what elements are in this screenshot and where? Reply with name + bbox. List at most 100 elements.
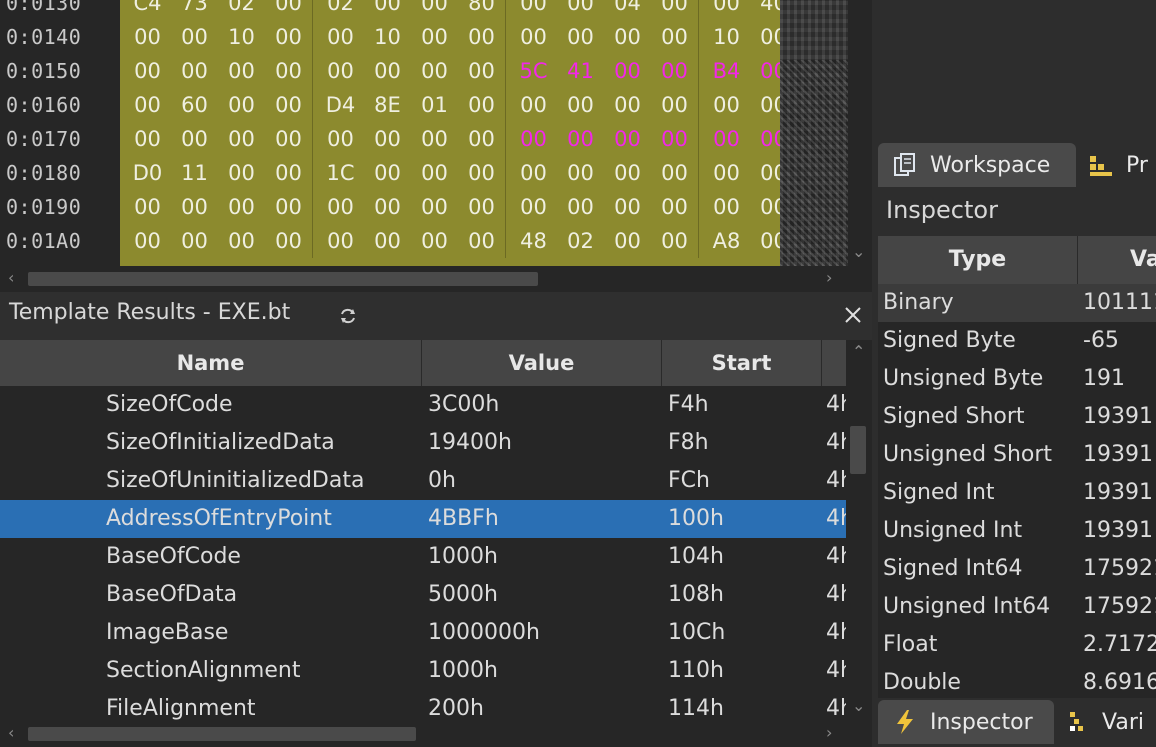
hex-byte[interactable]: 00 xyxy=(411,190,458,224)
hex-byte[interactable]: 00 xyxy=(364,0,411,20)
hex-byte[interactable]: 00 xyxy=(458,54,505,88)
hex-byte[interactable]: 00 xyxy=(218,190,265,224)
hex-byte[interactable]: 00 xyxy=(171,122,218,156)
hex-byte[interactable]: D4 xyxy=(317,88,364,122)
hex-byte[interactable]: 00 xyxy=(265,122,312,156)
hex-byte[interactable]: 00 xyxy=(265,88,312,122)
inspector-row[interactable]: Unsigned Byte 191 xyxy=(878,360,1156,398)
hex-byte[interactable]: 00 xyxy=(124,20,171,54)
table-row[interactable]: SectionAlignment 1000h 110h 4h xyxy=(0,652,846,690)
hex-vertical-scrollbar[interactable]: ⌄ xyxy=(848,0,870,266)
hex-byte[interactable]: 00 xyxy=(604,20,651,54)
hex-byte[interactable]: 10 xyxy=(364,20,411,54)
hex-byte[interactable]: 00 xyxy=(124,122,171,156)
hex-byte[interactable]: 00 xyxy=(458,20,505,54)
hex-byte[interactable]: 00 xyxy=(171,190,218,224)
hex-byte[interactable]: 00 xyxy=(218,156,265,190)
hex-byte[interactable]: 1C xyxy=(317,156,364,190)
hex-byte[interactable]: 00 xyxy=(124,224,171,258)
chevron-left-icon[interactable]: ‹ xyxy=(8,268,14,287)
hex-byte[interactable]: 00 xyxy=(651,224,698,258)
hex-byte[interactable]: C4 xyxy=(124,0,171,20)
hex-byte[interactable]: 01 xyxy=(411,88,458,122)
hex-byte[interactable]: D0 xyxy=(124,156,171,190)
hex-byte[interactable]: 00 xyxy=(458,190,505,224)
hex-byte[interactable]: 00 xyxy=(411,0,458,20)
hex-byte[interactable]: 00 xyxy=(411,20,458,54)
hex-byte[interactable]: 00 xyxy=(604,122,651,156)
hex-byte[interactable]: 00 xyxy=(703,0,750,20)
hex-byte[interactable]: 02 xyxy=(557,224,604,258)
hex-byte[interactable]: 60 xyxy=(171,88,218,122)
chevron-right-icon[interactable]: › xyxy=(826,268,832,287)
hex-byte[interactable]: 00 xyxy=(171,224,218,258)
hex-byte[interactable]: 00 xyxy=(218,224,265,258)
hex-byte[interactable]: 00 xyxy=(604,88,651,122)
hex-byte[interactable]: 00 xyxy=(604,190,651,224)
table-row[interactable]: BaseOfCode 1000h 104h 4h xyxy=(0,538,846,576)
hex-byte[interactable]: 00 xyxy=(265,0,312,20)
hex-byte[interactable]: 00 xyxy=(703,190,750,224)
column-header-name[interactable]: Name xyxy=(0,340,422,386)
hex-byte[interactable]: 00 xyxy=(317,54,364,88)
hex-byte[interactable]: 00 xyxy=(364,190,411,224)
hex-byte[interactable]: 00 xyxy=(703,156,750,190)
hex-byte[interactable]: 00 xyxy=(218,122,265,156)
hex-byte[interactable]: 00 xyxy=(510,88,557,122)
hex-byte[interactable]: 00 xyxy=(317,224,364,258)
hex-byte[interactable]: 00 xyxy=(317,122,364,156)
hex-byte[interactable]: 48 xyxy=(510,224,557,258)
hex-byte[interactable]: 00 xyxy=(510,190,557,224)
column-header-value[interactable]: Va xyxy=(1078,236,1156,284)
hex-byte[interactable]: 00 xyxy=(604,156,651,190)
hex-byte[interactable]: 00 xyxy=(651,88,698,122)
hex-byte[interactable]: 00 xyxy=(557,20,604,54)
hex-byte[interactable]: 00 xyxy=(557,190,604,224)
table-row[interactable]: BaseOfData 5000h 108h 4h xyxy=(0,576,846,614)
hex-byte[interactable]: 00 xyxy=(651,190,698,224)
hex-byte[interactable]: 00 xyxy=(265,54,312,88)
hex-byte[interactable]: 00 xyxy=(510,122,557,156)
table-row[interactable]: AddressOfEntryPoint 4BBFh 100h 4h xyxy=(0,500,846,538)
template-vertical-scrollbar[interactable]: ⌃ ⌄ xyxy=(846,340,872,722)
hex-byte[interactable]: 00 xyxy=(557,0,604,20)
hex-byte[interactable]: 00 xyxy=(604,224,651,258)
inspector-row[interactable]: Binary 101111 xyxy=(878,284,1156,322)
hex-byte[interactable]: 00 xyxy=(458,88,505,122)
hex-byte[interactable]: 00 xyxy=(218,54,265,88)
hex-byte[interactable]: 00 xyxy=(458,224,505,258)
inspector-row[interactable]: Signed Int 19391 xyxy=(878,474,1156,512)
hex-byte[interactable]: 00 xyxy=(411,156,458,190)
column-header-size[interactable] xyxy=(822,340,846,386)
hex-byte[interactable]: 00 xyxy=(364,122,411,156)
inspector-row[interactable]: Unsigned Int 19391 xyxy=(878,512,1156,550)
hex-byte[interactable]: 10 xyxy=(218,20,265,54)
inspector-table[interactable]: Type Va Binary 101111 Signed Byte -65 Unsign… xyxy=(878,236,1156,698)
hex-byte[interactable]: 00 xyxy=(265,20,312,54)
hex-byte[interactable]: 00 xyxy=(458,156,505,190)
chevron-right-icon[interactable]: › xyxy=(826,723,832,742)
hex-byte[interactable]: 00 xyxy=(265,156,312,190)
inspector-row[interactable]: Signed Int64 175921 xyxy=(878,550,1156,588)
hex-byte[interactable]: 00 xyxy=(124,88,171,122)
hex-byte[interactable]: 00 xyxy=(651,54,698,88)
hex-byte[interactable]: 00 xyxy=(510,156,557,190)
hex-byte[interactable]: 00 xyxy=(458,122,505,156)
template-scroll-thumb[interactable] xyxy=(850,426,866,474)
inspector-row[interactable]: Signed Short 19391 xyxy=(878,398,1156,436)
inspector-row[interactable]: Unsigned Short 19391 xyxy=(878,436,1156,474)
template-results-table[interactable]: Name Value Start SizeOfCode3C00hF4h4hSiz… xyxy=(0,340,846,722)
hex-byte[interactable]: 00 xyxy=(171,54,218,88)
hex-byte[interactable]: 00 xyxy=(364,224,411,258)
hex-byte[interactable]: 00 xyxy=(124,190,171,224)
table-row[interactable]: SizeOfCode 3C00h F4h 4h xyxy=(0,386,846,424)
hex-byte[interactable]: 00 xyxy=(651,20,698,54)
hex-byte[interactable]: 00 xyxy=(411,122,458,156)
hex-byte[interactable]: 00 xyxy=(411,224,458,258)
template-horizontal-scrollbar[interactable]: ‹ › xyxy=(0,722,872,747)
hex-byte[interactable]: 00 xyxy=(557,122,604,156)
hex-byte[interactable]: 00 xyxy=(557,88,604,122)
hex-byte[interactable]: 00 xyxy=(124,54,171,88)
hex-bytes-grid[interactable]: C4 73 02 00 02 00 00 80 00 00 04 00 00 40 00 00 10 00 00 10… xyxy=(120,0,787,258)
chevron-down-icon[interactable]: ⌄ xyxy=(852,696,865,715)
